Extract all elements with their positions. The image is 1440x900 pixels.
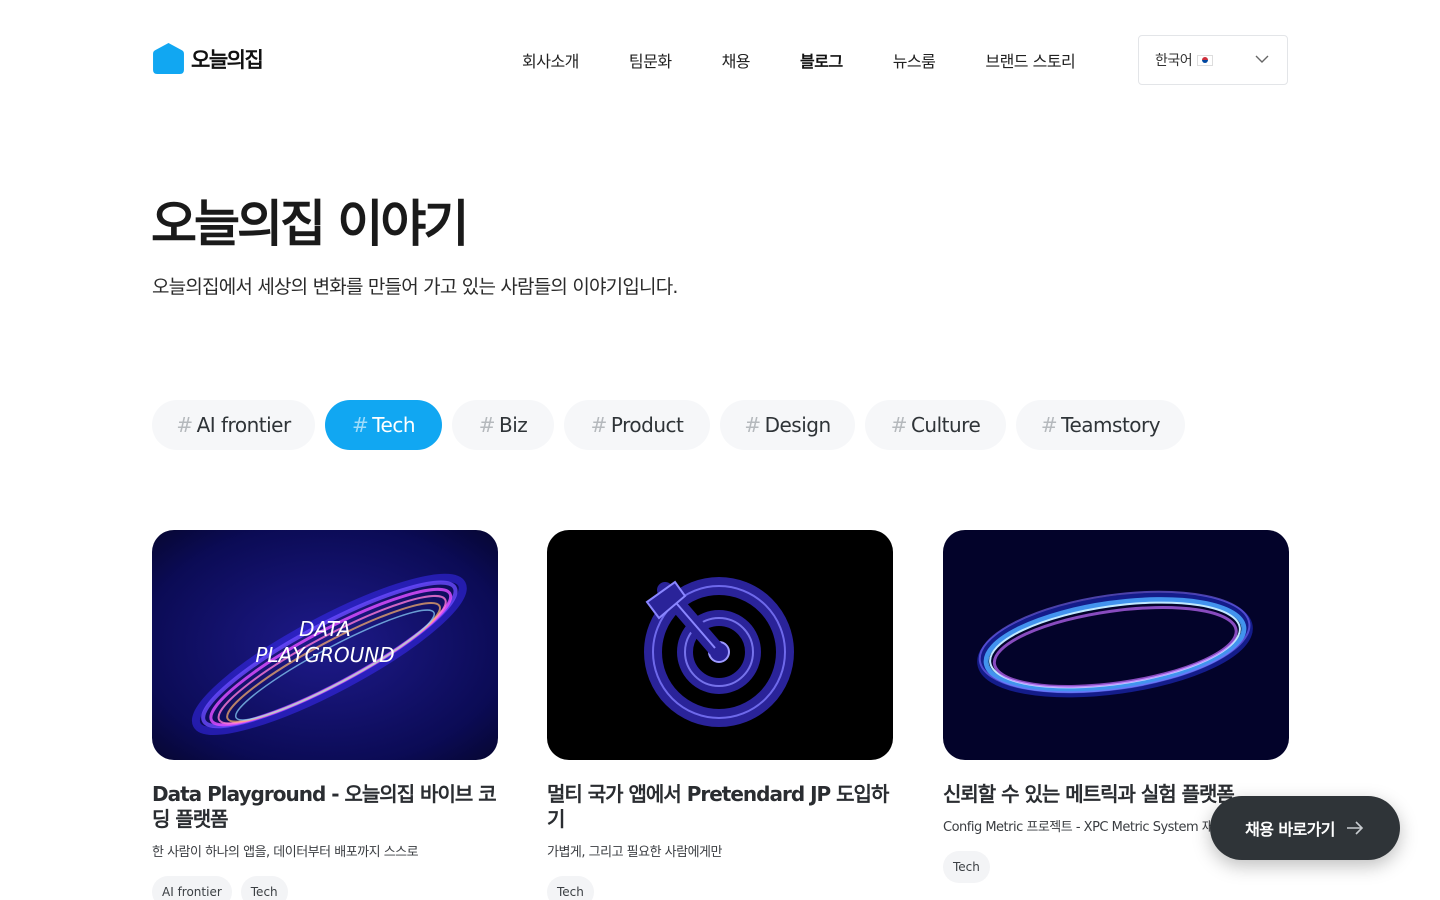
nav-item-culture[interactable]: 팀문화: [629, 48, 672, 72]
arrow-right-icon: [1346, 821, 1363, 835]
post-title[interactable]: 멀티 국가 앱에서 Pretendard JP 도입하기: [547, 782, 893, 832]
nav-item-brand-story[interactable]: 브랜드 스토리: [985, 48, 1075, 72]
nav-item-company[interactable]: 회사소개: [522, 48, 579, 72]
korea-flag-icon: [1197, 54, 1214, 66]
hash-symbol: #: [1040, 413, 1058, 437]
post-thumbnail[interactable]: DATA PLAYGROUND: [152, 530, 498, 760]
brand-logo[interactable]: 오늘의집: [152, 42, 264, 75]
post-description: 한 사람이 하나의 앱을, 데이터부터 배포까지 스스로: [152, 845, 419, 860]
tag-teamstory[interactable]: # Teamstory: [1016, 400, 1185, 450]
brand-name: 오늘의집: [191, 47, 264, 72]
glowing-ring-image: [943, 530, 1289, 760]
post-card[interactable]: 멀티 국가 앱에서 Pretendard JP 도입하기 가볍게, 그리고 필요…: [547, 530, 893, 900]
post-tags: Tech: [547, 876, 893, 900]
site-header: 오늘의집 회사소개 팀문화 채용 블로그 뉴스룸 브랜드 스토리 한국어: [0, 0, 1440, 120]
tag-label: AI frontier: [196, 413, 292, 437]
hash-symbol: #: [176, 413, 193, 437]
nav-item-careers[interactable]: 채용: [722, 48, 751, 72]
nav-item-blog[interactable]: 블로그: [800, 48, 843, 72]
hash-symbol: #: [890, 413, 908, 437]
post-tag-chip[interactable]: Tech: [943, 851, 990, 883]
data-playground-image: DATA PLAYGROUND: [152, 530, 498, 760]
tag-label: Design: [764, 413, 832, 437]
target-arrow-image: [547, 530, 893, 760]
chevron-down-icon: [1255, 55, 1269, 63]
language-select[interactable]: 한국어: [1138, 35, 1288, 85]
tag-label: Product: [610, 413, 684, 437]
tag-design[interactable]: # Design: [720, 400, 855, 450]
language-label: 한국어: [1155, 53, 1193, 69]
post-description: 가볍게, 그리고 필요한 사람에게만: [547, 845, 722, 860]
post-card[interactable]: DATA PLAYGROUND Data Playground - 오늘의집 바…: [152, 530, 498, 900]
page-subtitle: 오늘의집에서 세상의 변화를 만들어 가고 있는 사람들의 이야기입니다.: [152, 276, 678, 298]
hash-symbol: #: [351, 413, 369, 437]
tag-label: Culture: [910, 413, 981, 437]
hash-symbol: #: [590, 413, 608, 437]
post-thumbnail[interactable]: [547, 530, 893, 760]
nav-item-newsroom[interactable]: 뉴스룸: [893, 48, 936, 72]
tag-tech[interactable]: # Tech: [325, 400, 442, 450]
post-tag-chip[interactable]: Tech: [240, 876, 288, 900]
tag-product[interactable]: # Product: [564, 400, 710, 450]
post-thumbnail[interactable]: [943, 530, 1289, 760]
tag-ai-frontier[interactable]: # AI frontier: [152, 400, 315, 450]
post-title[interactable]: Data Playground - 오늘의집 바이브 코딩 플랫폼: [152, 782, 498, 832]
careers-cta-button[interactable]: 채용 바로가기: [1210, 796, 1400, 860]
hash-symbol: #: [744, 413, 761, 437]
post-tag-chip[interactable]: AI frontier: [152, 876, 232, 900]
tag-biz[interactable]: # Biz: [452, 400, 554, 450]
image-title-line-2: PLAYGROUND: [255, 643, 394, 667]
image-title-line-1: DATA: [299, 617, 351, 641]
main-nav: 회사소개 팀문화 채용 블로그 뉴스룸 브랜드 스토리: [522, 48, 1125, 72]
house-logo-icon: [153, 43, 184, 74]
tag-label: Tech: [372, 413, 416, 437]
hash-symbol: #: [478, 413, 496, 437]
page-title: 오늘의집 이야기: [151, 195, 469, 253]
tag-label: Biz: [498, 413, 528, 437]
cta-label: 채용 바로가기: [1245, 820, 1335, 839]
tag-filter-bar: # AI frontier # Tech # Biz # Product # Design…: [152, 400, 1185, 450]
post-tags: AI frontier Tech: [152, 876, 498, 900]
post-tag-chip[interactable]: Tech: [547, 876, 594, 900]
tag-label: Teamstory: [1061, 413, 1161, 437]
tag-culture[interactable]: # Culture: [865, 400, 1006, 450]
